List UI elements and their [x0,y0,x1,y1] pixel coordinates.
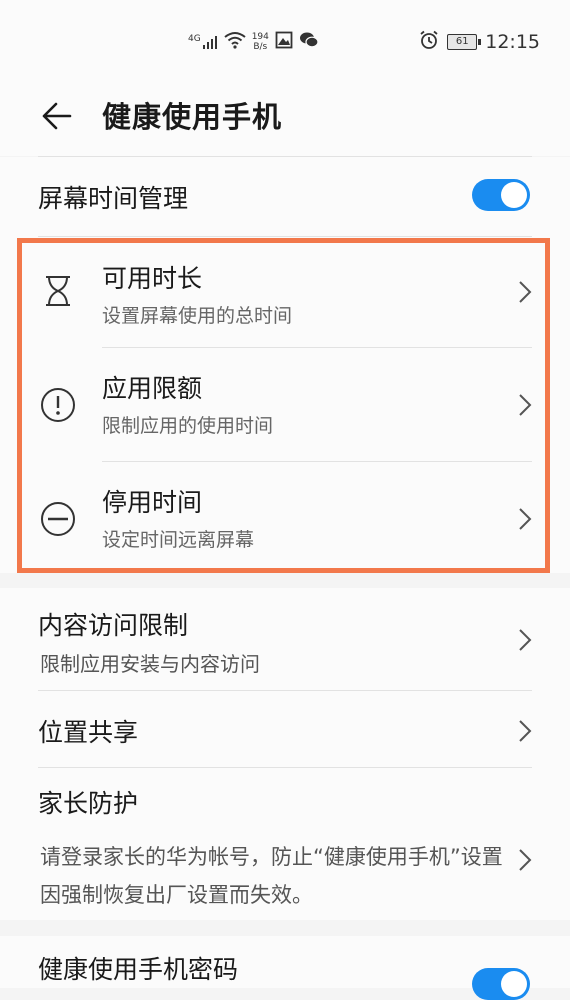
item-subtitle: 限制应用安装与内容访问 [40,652,260,676]
net-speed: 194 B/s [252,32,269,52]
page-title: 健康使用手机 [102,100,283,134]
screen-time-label: 屏幕时间管理 [38,184,189,213]
divider [38,236,532,237]
row-content-restriction[interactable]: 内容访问限制 限制应用安装与内容访问 [0,588,570,690]
chevron-right-icon [518,628,532,652]
page-header: 健康使用手机 [0,86,570,156]
clock: 12:15 [485,31,540,53]
gallery-icon [275,31,293,53]
row-location-share[interactable]: 位置共享 [0,691,570,767]
status-left: 4G 194 B/s [188,28,319,56]
net-speed-value: 194 [251,32,269,42]
item-title: 内容访问限制 [38,611,189,640]
row-password[interactable]: 健康使用手机密码 [0,936,570,1000]
toggle-knob [501,182,527,208]
status-right: 61 12:15 [419,28,540,56]
network-type: 4G [188,34,201,44]
alarm-icon [419,30,439,55]
chevron-right-icon [518,848,532,872]
highlight-frame [17,238,550,573]
parental-description: 请登录家长的华为帐号，防止“健康使用手机”设置因强制恢复出厂设置而失效。 [40,845,503,907]
item-title: 位置共享 [38,718,139,747]
chevron-right-icon [518,719,532,743]
toggle-knob [501,971,527,997]
wechat-icon [299,31,319,53]
battery-icon: 61 [447,34,482,50]
password-toggle[interactable] [472,968,530,1000]
status-bar: 4G 194 B/s 61 12:15 [0,0,570,86]
screen-time-toggle[interactable] [472,179,530,211]
settings-card-password: 健康使用手机密码 [0,936,570,1000]
password-label: 健康使用手机密码 [38,955,239,984]
wifi-icon [224,31,246,53]
item-title: 家长防护 [38,789,139,818]
signal-icon: 4G [188,34,218,50]
row-screen-time[interactable]: 屏幕时间管理 [0,157,570,235]
back-arrow-icon[interactable] [38,96,78,136]
net-speed-unit: B/s [253,42,268,52]
